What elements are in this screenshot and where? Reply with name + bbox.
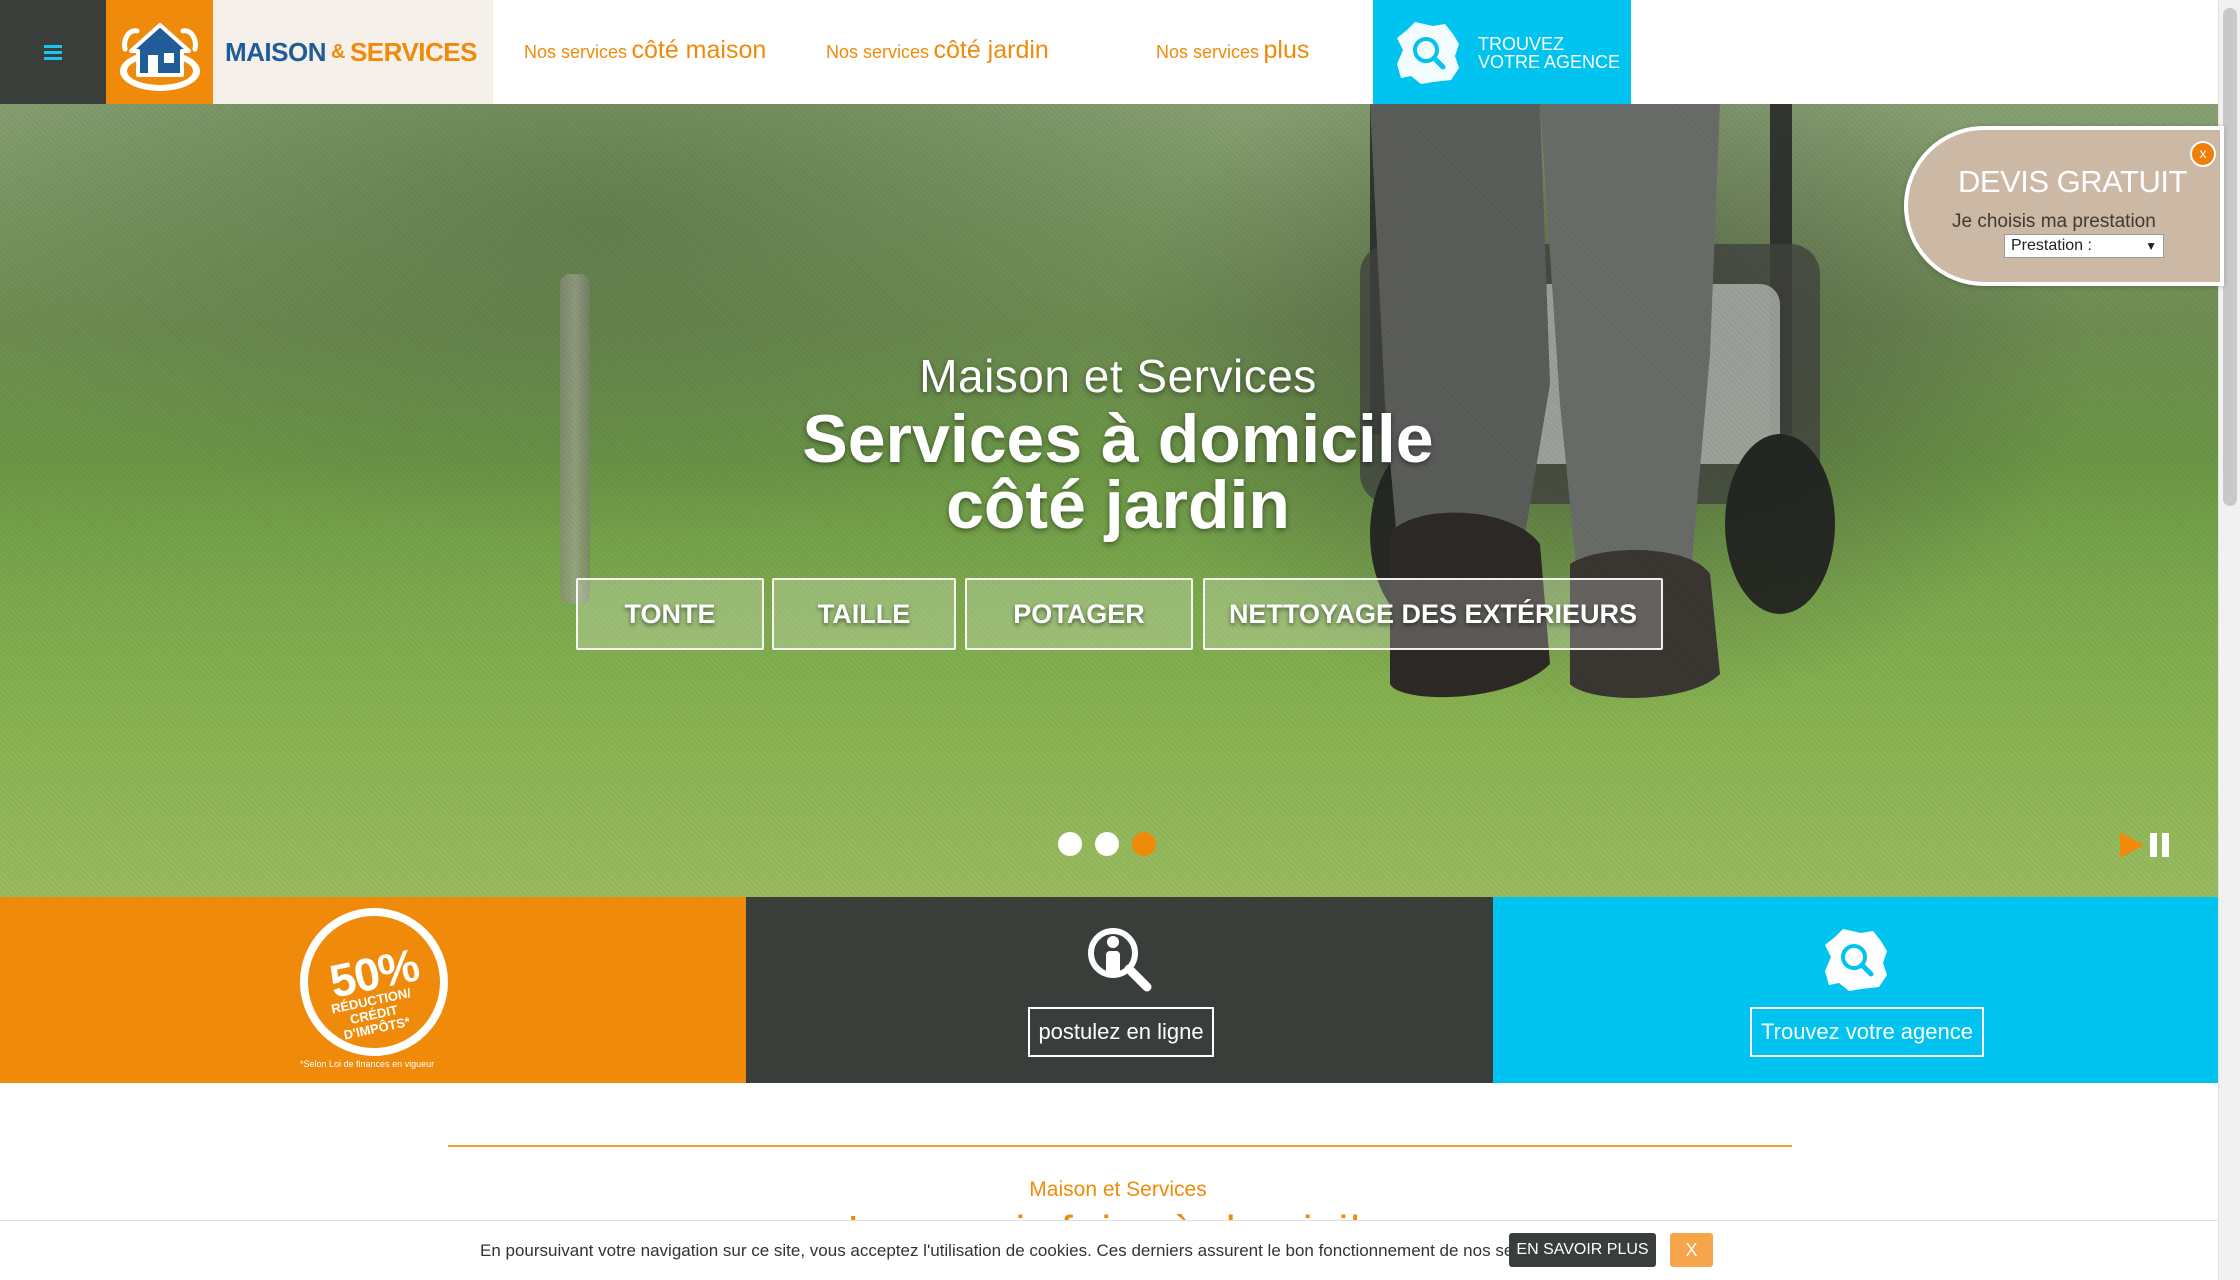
section-divider <box>448 1145 1792 1147</box>
service-button-nettoyage[interactable]: NETTOYAGE DES EXTÉRIEURS <box>1203 578 1663 650</box>
cookie-learn-more-button[interactable]: EN SAVOIR PLUS <box>1509 1233 1656 1267</box>
find-agency-header-button[interactable]: TROUVEZ VOTRE AGENCE <box>1373 0 1631 104</box>
free-quote-subtitle: Je choisis ma prestation <box>1952 211 2156 232</box>
hero-title-line2: côté jardin <box>946 467 1290 543</box>
logo-wordmark[interactable]: MAISON & SERVICES <box>213 0 493 104</box>
free-quote-title: DEVIS GRATUIT <box>1958 164 2187 199</box>
nav-big-text: côté maison <box>631 36 767 64</box>
play-icon[interactable] <box>2120 832 2144 858</box>
service-select[interactable]: Prestation : ▼ <box>2004 234 2164 258</box>
apply-online-button[interactable]: postulez en ligne <box>1028 1007 1214 1057</box>
service-select-value: Prestation : <box>2011 237 2092 254</box>
cookie-banner: En poursuivant votre navigation sur ce s… <box>0 1220 2218 1280</box>
nav-services-plus[interactable]: Nos services plus <box>1156 36 1309 65</box>
find-agency-button[interactable]: Trouvez votre agence <box>1750 1007 1984 1057</box>
tax-credit-panel[interactable]: 50% RÉDUCTION/ CRÉDIT D'IMPÔTS* *Selon L… <box>0 897 746 1083</box>
france-map-search-icon <box>1397 22 1459 84</box>
find-agency-label: TROUVEZ VOTRE AGENCE <box>1478 35 1620 71</box>
service-button-taille[interactable]: TAILLE <box>772 578 956 650</box>
jobs-panel: postulez en ligne <box>746 897 1493 1083</box>
slider-dot-2[interactable] <box>1095 832 1119 856</box>
nav-services-jardin[interactable]: Nos services côté jardin <box>826 36 1049 65</box>
brand-part2: SERVICES <box>349 36 478 67</box>
brand-part1: MAISON <box>225 36 327 67</box>
hamburger-menu-button[interactable] <box>0 0 106 104</box>
find-agency-line2: VOTRE AGENCE <box>1478 52 1621 72</box>
hero-title-line1: Services à domicile <box>802 401 1434 477</box>
logo-link[interactable] <box>106 0 213 104</box>
tax-credit-badge: 50% RÉDUCTION/ CRÉDIT D'IMPÔTS* <box>300 908 448 1056</box>
brand-ampersand: & <box>331 40 345 63</box>
cookie-close-button[interactable]: X <box>1670 1233 1713 1267</box>
tax-credit-footnote: *Selon Loi de finances en vigueur <box>300 1059 435 1069</box>
site-header: MAISON & SERVICES Nos services côté mais… <box>0 0 2218 104</box>
nav-small-text: Nos services <box>524 42 628 62</box>
slider-dot-3[interactable] <box>1132 832 1156 856</box>
dropdown-arrow-icon: ▼ <box>2145 239 2157 253</box>
nav-big-text: plus <box>1263 36 1310 64</box>
scrollbar-thumb[interactable] <box>2223 8 2237 506</box>
slider-play-pause <box>2120 832 2169 858</box>
hero-slider: Maison et Services Services à domicile c… <box>0 104 2218 897</box>
nav-big-text: côté jardin <box>933 36 1049 64</box>
house-logo-icon <box>119 23 200 91</box>
hero-heading: Maison et Services Services à domicile c… <box>0 349 2218 543</box>
find-agency-line1: TROUVEZ <box>1478 34 1565 54</box>
free-quote-close-button[interactable]: x <box>2190 141 2216 167</box>
hero-subtitle: Maison et Services <box>919 350 1317 402</box>
section-subtitle: Maison et Services <box>1029 1178 1207 1201</box>
service-button-potager[interactable]: POTAGER <box>965 578 1193 650</box>
nav-services-maison[interactable]: Nos services côté maison <box>524 36 766 65</box>
slider-dot-1[interactable] <box>1058 832 1082 856</box>
service-button-tonte[interactable]: TONTE <box>576 578 764 650</box>
hamburger-icon <box>44 42 62 63</box>
cookie-message: En poursuivant votre navigation sur ce s… <box>480 1241 1563 1260</box>
slider-dots <box>1058 832 1156 856</box>
agency-panel: Trouvez votre agence <box>1493 897 2218 1083</box>
nav-small-text: Nos services <box>826 42 930 62</box>
free-quote-panel: DEVIS GRATUIT Je choisis ma prestation P… <box>1904 126 2224 286</box>
france-map-search-icon <box>1824 929 1887 991</box>
nav-small-text: Nos services <box>1156 42 1260 62</box>
pause-icon[interactable] <box>2150 833 2169 857</box>
job-search-person-icon <box>1087 928 1151 992</box>
section-title: Le savoir-faire à domicile <box>0 1207 2236 1221</box>
